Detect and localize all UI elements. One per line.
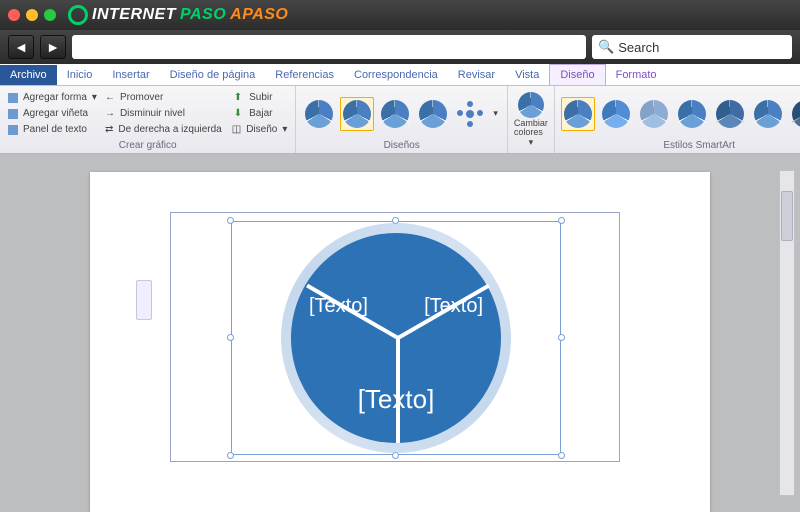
- layout-option-4[interactable]: [416, 97, 450, 131]
- group-label-estilos: Estilos SmartArt: [561, 139, 800, 153]
- tab-diseno-pagina[interactable]: Diseño de página: [160, 65, 266, 85]
- btn-promover[interactable]: ← Promover: [103, 90, 226, 105]
- btn-disminuir[interactable]: → Disminuir nivel: [103, 106, 226, 121]
- tab-vista[interactable]: Vista: [505, 65, 549, 85]
- document-area: [Texto] [Texto] [Texto]: [0, 154, 800, 500]
- page[interactable]: [Texto] [Texto] [Texto]: [90, 172, 710, 512]
- segment-label-3[interactable]: [Texto]: [358, 384, 435, 415]
- group-label-crear: Crear gráfico: [6, 139, 289, 153]
- cycle-diagram[interactable]: [Texto] [Texto] [Texto]: [291, 233, 501, 443]
- site-logo: INTERNETPASOAPASO: [68, 5, 288, 25]
- btn-cambiar-colores[interactable]: Cambiar colores▾: [514, 92, 548, 147]
- layout-more-button[interactable]: ▾: [490, 105, 501, 122]
- style-option-2[interactable]: [599, 97, 633, 131]
- brand-text-3: APASO: [230, 6, 288, 24]
- segment-label-1[interactable]: [Texto]: [309, 295, 368, 318]
- group-cambiar-colores: Cambiar colores▾: [508, 86, 555, 153]
- btn-bajar[interactable]: ⬇ Bajar: [230, 106, 290, 121]
- back-button[interactable]: ◄: [8, 35, 34, 59]
- tab-file[interactable]: Archivo: [0, 65, 57, 85]
- style-option-7[interactable]: [789, 97, 800, 131]
- search-placeholder: Search: [618, 40, 659, 55]
- btn-agregar-vineta[interactable]: Agregar viñeta: [6, 106, 99, 121]
- btn-panel-texto[interactable]: Panel de texto: [6, 122, 99, 137]
- vertical-scrollbar[interactable]: [779, 170, 795, 496]
- resize-handle-bl[interactable]: [227, 452, 234, 459]
- brand-text-2: PASO: [180, 6, 226, 24]
- resize-handle-ml[interactable]: [227, 334, 234, 341]
- resize-handle-tr[interactable]: [558, 217, 565, 224]
- style-option-4[interactable]: [675, 97, 709, 131]
- tab-revisar[interactable]: Revisar: [448, 65, 505, 85]
- btn-agregar-forma[interactable]: Agregar forma ▾: [6, 90, 99, 105]
- tab-correspondencia[interactable]: Correspondencia: [344, 65, 448, 85]
- resize-handle-tl[interactable]: [227, 217, 234, 224]
- group-label-disenos: Diseños: [302, 139, 501, 153]
- maximize-icon[interactable]: [44, 9, 56, 21]
- brand-text-1: INTERNET: [92, 6, 176, 24]
- logo-ring-icon: [68, 5, 88, 25]
- tab-referencias[interactable]: Referencias: [265, 65, 344, 85]
- btn-derecha-izquierda[interactable]: ⇄ De derecha a izquierda: [103, 122, 226, 137]
- search-icon: 🔍: [598, 39, 614, 55]
- layout-option-5[interactable]: [454, 98, 486, 130]
- group-estilos-smartart: ▾ Estilos SmartArt: [555, 86, 800, 153]
- browser-title-bar: INTERNETPASOAPASO: [0, 0, 800, 30]
- style-option-3[interactable]: [637, 97, 671, 131]
- forward-button[interactable]: ►: [40, 35, 66, 59]
- minimize-icon[interactable]: [26, 9, 38, 21]
- group-label-cambiar: [514, 150, 548, 153]
- search-input[interactable]: 🔍 Search: [592, 35, 792, 59]
- smartart-frame[interactable]: [Texto] [Texto] [Texto]: [170, 212, 620, 462]
- btn-diseno-dropdown[interactable]: ◫ Diseño ▾: [230, 122, 290, 137]
- smartart-selection[interactable]: [Texto] [Texto] [Texto]: [231, 221, 561, 455]
- tab-smartart-diseno[interactable]: Diseño: [549, 64, 605, 85]
- resize-handle-br[interactable]: [558, 452, 565, 459]
- tab-smartart-formato[interactable]: Formato: [606, 65, 667, 85]
- group-disenos: ▾ Diseños: [296, 86, 508, 153]
- text-pane-toggle[interactable]: [136, 280, 152, 320]
- ribbon: Agregar forma ▾ Agregar viñeta Panel de …: [0, 86, 800, 154]
- palette-icon: [518, 92, 544, 118]
- scroll-thumb[interactable]: [781, 191, 793, 241]
- group-crear-grafico: Agregar forma ▾ Agregar viñeta Panel de …: [0, 86, 296, 153]
- layout-option-2-selected[interactable]: [340, 97, 374, 131]
- ribbon-tabs: Archivo Inicio Insertar Diseño de página…: [0, 64, 800, 86]
- tab-inicio[interactable]: Inicio: [57, 65, 103, 85]
- close-icon[interactable]: [8, 9, 20, 21]
- tab-insertar[interactable]: Insertar: [102, 65, 159, 85]
- browser-nav-bar: ◄ ► 🔍 Search: [0, 30, 800, 64]
- url-input[interactable]: [72, 35, 586, 59]
- layout-option-1[interactable]: [302, 97, 336, 131]
- btn-subir[interactable]: ⬆ Subir: [230, 90, 290, 105]
- resize-handle-mr[interactable]: [558, 334, 565, 341]
- layout-option-3[interactable]: [378, 97, 412, 131]
- segment-label-2[interactable]: [Texto]: [424, 295, 483, 318]
- resize-handle-bm[interactable]: [392, 452, 399, 459]
- style-option-5[interactable]: [713, 97, 747, 131]
- style-option-1-selected[interactable]: [561, 97, 595, 131]
- style-option-6[interactable]: [751, 97, 785, 131]
